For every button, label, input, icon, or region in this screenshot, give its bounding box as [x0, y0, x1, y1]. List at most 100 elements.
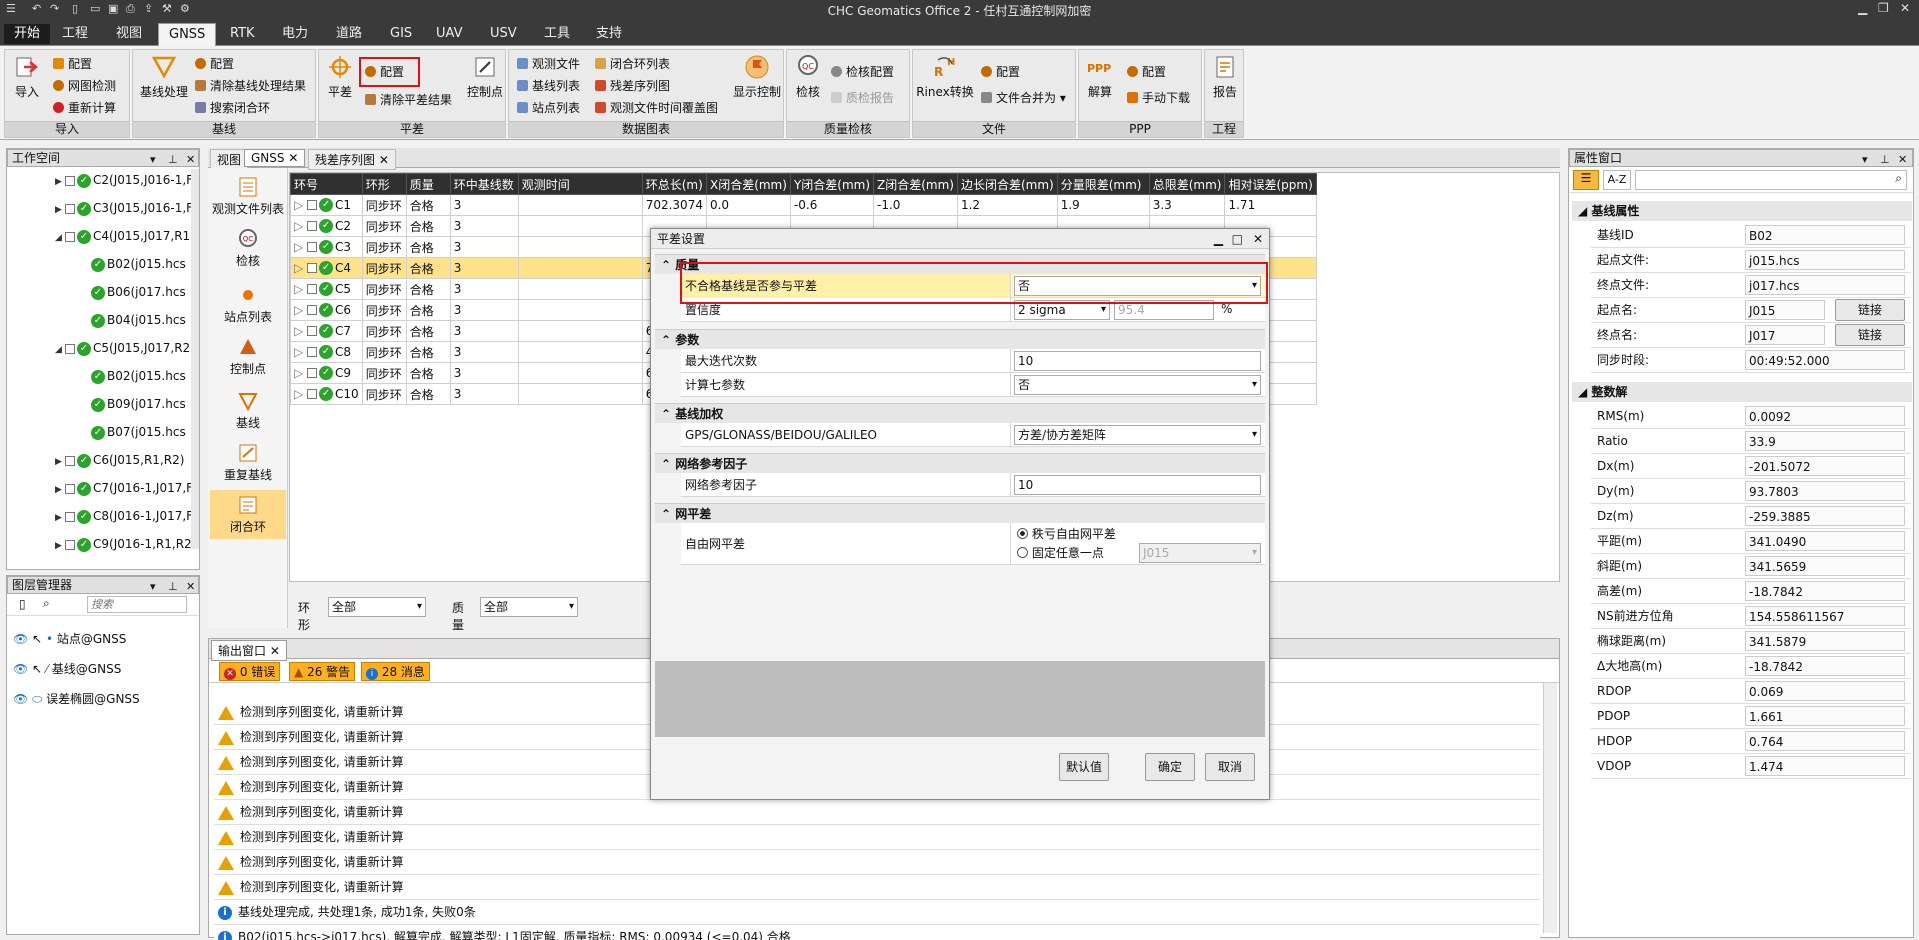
output-scrollbar[interactable]	[1543, 683, 1557, 933]
layer-search-input[interactable]	[87, 596, 187, 613]
doc-tab-residual[interactable]: 残差序列图 ✕	[308, 149, 396, 170]
column-header[interactable]: 质量	[405, 173, 451, 195]
coverage-chart-button[interactable]: 观测文件时间覆盖图	[595, 98, 718, 118]
baseline-process-button[interactable]: 基线处理	[137, 54, 191, 100]
tree-item[interactable]: ✓ B07(j015.hcs	[91, 421, 186, 443]
baseline-config-button[interactable]: 配置	[195, 54, 234, 74]
property-value[interactable]: 00:49:52.000	[1745, 350, 1905, 370]
control-point-button[interactable]: 控制点	[465, 54, 505, 100]
tool-repeat-baseline[interactable]: 重复基线	[210, 442, 286, 483]
new-layer-icon[interactable]: ▯	[19, 597, 26, 611]
tab-road[interactable]: 道路	[326, 23, 372, 46]
layer-item-station[interactable]: 👁 ↖ • 站点@GNSS	[13, 628, 126, 650]
pin-icon[interactable]: ⊥	[1880, 151, 1890, 168]
pin-icon[interactable]: ⊥	[168, 578, 178, 595]
property-value[interactable]: j015.hcs	[1745, 250, 1905, 270]
ppp-config-button[interactable]: 配置	[1127, 62, 1166, 82]
properties-search-input[interactable]: ⌕	[1635, 170, 1907, 190]
tool-obs-list[interactable]: 观测文件列表	[210, 176, 286, 217]
baseline-list-button[interactable]: 基线列表	[517, 76, 580, 96]
expand-icon[interactable]: ▶	[55, 479, 65, 501]
layer-item-baseline[interactable]: 👁 ↖ ⁄ 基线@GNSS	[13, 658, 121, 680]
column-header[interactable]: 相对误差(ppm)	[1224, 173, 1317, 195]
property-value[interactable]: 33.9	[1745, 431, 1905, 451]
tab-support[interactable]: 支持	[586, 23, 632, 46]
expand-icon[interactable]: ▷	[294, 324, 307, 338]
check-config-button[interactable]: 检核配置	[831, 62, 894, 82]
maximize-icon[interactable]: □	[1232, 229, 1243, 249]
property-value[interactable]: 0.0092	[1745, 406, 1905, 426]
check-button[interactable]: QC 检核	[791, 54, 825, 100]
close-icon[interactable]: ✕	[186, 578, 195, 595]
cancel-button[interactable]: 取消	[1205, 753, 1255, 781]
qc-report-button[interactable]: 质检报告	[831, 88, 894, 108]
tree-item[interactable]: ▶ ✓ C2(J015,J016-1,F	[55, 169, 193, 191]
column-header[interactable]: 环中基线数	[449, 173, 519, 195]
tool-station-list[interactable]: 站点列表	[210, 284, 286, 325]
column-header[interactable]: 环形	[361, 173, 407, 195]
tree-item[interactable]: ▶ ✓ C7(J016-1,J017,F	[55, 477, 193, 499]
property-value[interactable]: 0.764	[1745, 731, 1905, 751]
loop-list-button[interactable]: 闭合环列表	[595, 54, 670, 74]
tab-rtk[interactable]: RTK	[220, 23, 265, 46]
column-header[interactable]: 边长闭合差(mm)	[956, 173, 1058, 195]
tree-item[interactable]: ✓ B02(j015.hcs	[91, 253, 186, 275]
tree-item[interactable]: ◢ ✓ C4(J015,J017,R1	[55, 225, 190, 247]
display-control-button[interactable]: 显示控制	[731, 54, 783, 100]
sort-az-button[interactable]: A-Z	[1603, 170, 1631, 190]
expand-icon[interactable]: ▷	[294, 387, 307, 401]
property-value[interactable]: 341.0490	[1745, 531, 1905, 551]
warning-filter-button[interactable]: ▲ 26 警告	[289, 662, 356, 681]
radio-rank-deficient[interactable]: 秩亏自由网平差	[1017, 525, 1116, 542]
tree-item[interactable]: ✓ B04(j015.hcs	[91, 309, 186, 331]
property-value[interactable]: J015	[1745, 300, 1825, 320]
property-value[interactable]: 0.069	[1745, 681, 1905, 701]
pin-icon[interactable]: ⊥	[168, 151, 178, 168]
tab-power[interactable]: 电力	[272, 23, 318, 46]
tree-item[interactable]: ✓ B09(j017.hcs	[91, 393, 186, 415]
tab-gnss[interactable]: GNSS	[158, 23, 217, 46]
section-netref[interactable]: ⌃ 网络参考因子	[655, 453, 1265, 473]
tool-control-point[interactable]: 控制点	[210, 336, 286, 377]
close-icon[interactable]: ✕	[1900, 1, 1910, 15]
tree-item[interactable]: ✓ B06(j017.hcs	[91, 281, 186, 303]
link-button[interactable]: 链接	[1835, 324, 1905, 346]
obs-file-button[interactable]: 观测文件	[517, 54, 580, 74]
property-value[interactable]: -18.7842	[1745, 581, 1905, 601]
column-header[interactable]: 观测时间	[517, 173, 643, 195]
expand-icon[interactable]: ◢	[55, 227, 65, 249]
error-filter-button[interactable]: ✕ 0 错误	[219, 662, 281, 681]
close-icon[interactable]: ✕	[1898, 151, 1907, 168]
expand-icon[interactable]: ◢	[55, 339, 65, 361]
file-merge-button[interactable]: 文件合并为 ▾	[981, 88, 1066, 108]
eye-icon[interactable]: 👁	[13, 692, 28, 706]
expand-icon[interactable]: ▷	[294, 366, 307, 380]
file-config-button[interactable]: 配置	[981, 62, 1020, 82]
recalc-button[interactable]: 重新计算	[53, 98, 116, 118]
clear-baseline-button[interactable]: 清除基线处理结果	[195, 76, 306, 96]
workspace-scrollbar[interactable]	[191, 169, 199, 549]
eye-icon[interactable]: 👁	[13, 662, 28, 676]
section-params[interactable]: ⌃ 参数	[655, 329, 1265, 349]
filter-quality-select[interactable]: 全部	[480, 597, 578, 617]
tab-usv[interactable]: USV	[480, 23, 527, 46]
column-header[interactable]: Y闭合差(mm)	[789, 173, 875, 195]
tab-uav[interactable]: UAV	[426, 23, 472, 46]
tree-item[interactable]: ▶ ✓ C9(J016-1,R1,R2	[55, 533, 192, 555]
radio-fixed-point[interactable]: 固定任意一点	[1017, 544, 1104, 561]
expand-icon[interactable]: ▷	[294, 240, 307, 254]
tab-gis[interactable]: GIS	[380, 23, 422, 46]
netref-input[interactable]: 10	[1014, 475, 1261, 495]
column-header[interactable]: 环号	[290, 173, 363, 195]
tree-item[interactable]: ▶ ✓ C8(J016-1,J017,F	[55, 505, 193, 527]
tree-item[interactable]: ▶ ✓ C6(J015,R1,R2)	[55, 449, 184, 471]
expand-icon[interactable]: ▷	[294, 261, 307, 275]
column-header[interactable]: 总限差(mm)	[1148, 173, 1226, 195]
expand-icon[interactable]: ▷	[294, 282, 307, 296]
property-value[interactable]: 1.661	[1745, 706, 1905, 726]
manual-download-button[interactable]: 手动下载	[1127, 88, 1190, 108]
minimize-icon[interactable]: ▁	[1214, 229, 1223, 249]
property-value[interactable]: j017.hcs	[1745, 275, 1905, 295]
tree-item[interactable]: ◢ ✓ C5(J015,J017,R2	[55, 337, 190, 359]
tab-tools[interactable]: 工具	[534, 23, 580, 46]
